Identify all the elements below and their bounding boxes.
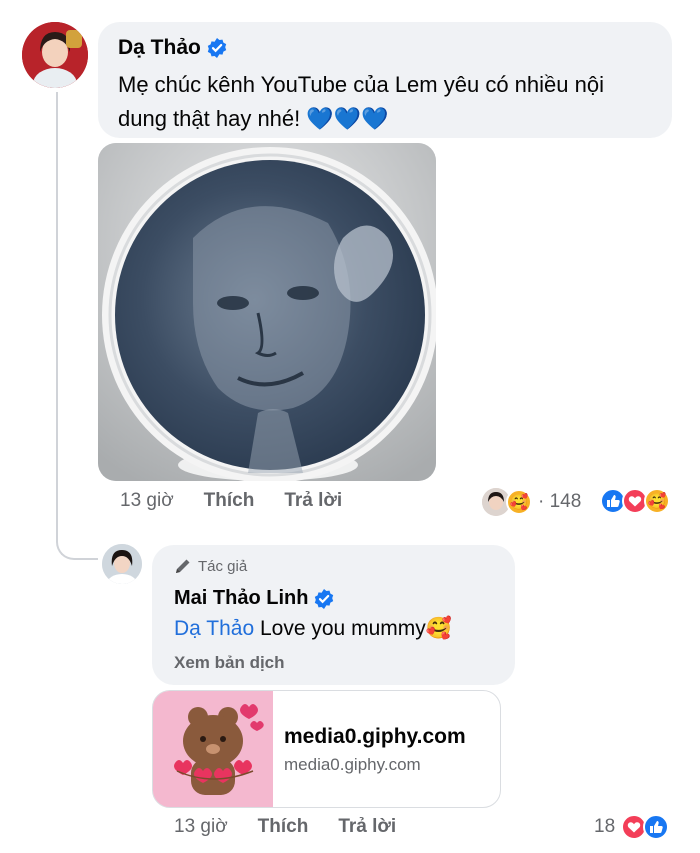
comment-bubble: Dạ Thảo Mẹ chúc kênh YouTube của Lem yêu… [98,22,672,138]
reply-like-button[interactable]: Thích [258,816,309,838]
link-preview-domain: media0.giphy.com [284,755,421,774]
reply-button[interactable]: Trả lời [284,490,342,512]
reply-preview-count: · 148 [538,491,582,512]
link-preview-thumbnail [153,691,273,807]
avatar-mai-thao-linh[interactable] [102,544,142,584]
thread-branch [56,520,98,560]
reply-body: Love you mummy🥰 [254,617,452,640]
like-button[interactable]: Thích [204,490,255,512]
verified-badge-icon [315,588,334,609]
author-badge-label: Tác giả [198,557,248,575]
like-reaction-icon [643,814,670,840]
avatar-da-thao[interactable] [22,22,88,88]
reply-text: Dạ Thảo Love you mummy🥰 [174,617,452,641]
reply-time[interactable]: 13 giờ [174,816,228,838]
link-preview-card[interactable]: media0.giphy.com media0.giphy.com [152,690,501,808]
link-preview-title: media0.giphy.com [284,725,466,748]
care-reaction-icon: 🥰 [506,489,532,515]
comment-meta: 13 giờ Thích Trả lời [120,490,342,512]
reply-bubble: Tác giả Mai Thảo Linh Dạ Thảo Love you m… [152,545,515,685]
comment-image[interactable] [98,143,436,481]
comment-author[interactable]: Dạ Thảo [118,36,201,60]
comment-time[interactable]: 13 giờ [120,490,174,512]
comment-text: Mẹ chúc kênh YouTube của Lem yêu có nhiề… [118,72,604,131]
verified-badge-icon [207,38,227,58]
author-badge: Tác giả [174,557,247,575]
thread-line [56,92,58,540]
reply-reaction-count: 18 [594,816,616,837]
reply-reply-button[interactable]: Trả lời [338,816,396,838]
reply-meta: 13 giờ Thích Trả lời [174,816,396,838]
pen-icon [176,559,190,573]
reply-author[interactable]: Mai Thảo Linh [174,587,308,610]
reply-reactions-summary[interactable]: 18 [594,814,670,840]
see-translation-button[interactable]: Xem bản dịch [174,653,285,673]
reactions-summary[interactable]: 🥰 [600,488,670,514]
mention-link[interactable]: Dạ Thảo [174,617,254,640]
care-reaction-icon: 🥰 [644,488,670,514]
reply-preview[interactable]: 🥰 · 148 [482,488,581,516]
